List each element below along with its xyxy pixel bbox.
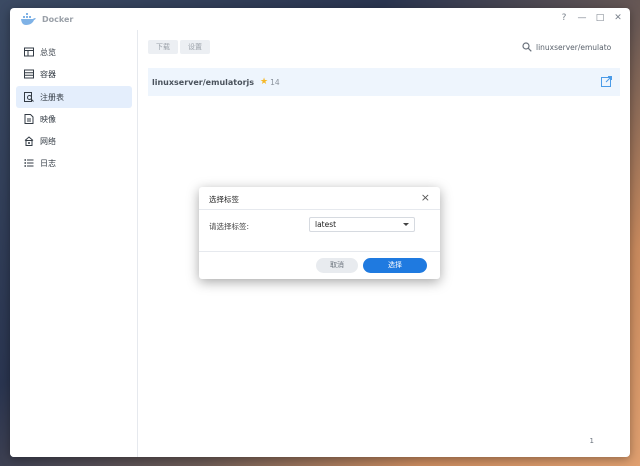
registry-icon xyxy=(24,92,34,102)
list-item[interactable]: linuxserver/emulatorjs ★ 14 xyxy=(148,68,620,96)
help-icon[interactable]: ? xyxy=(558,12,570,24)
docker-whale-icon xyxy=(21,13,36,25)
title-bar: Docker ? — □ ✕ xyxy=(10,8,630,30)
tag-select-value: latest xyxy=(315,220,337,229)
network-icon xyxy=(24,136,34,146)
sidebar-item-label: 总览 xyxy=(40,47,56,57)
dialog-close-icon[interactable]: × xyxy=(421,191,430,204)
search-icon xyxy=(522,42,532,52)
sidebar-item-label: 注册表 xyxy=(40,92,64,102)
external-link-icon[interactable] xyxy=(601,76,612,87)
sidebar-item-image[interactable]: 映像 xyxy=(16,108,132,130)
dialog-title: 选择标签 xyxy=(209,195,239,204)
download-button[interactable]: 下载 xyxy=(148,40,178,54)
image-icon xyxy=(24,114,34,124)
sidebar-item-overview[interactable]: 总览 xyxy=(16,41,132,63)
sidebar-item-registry[interactable]: 注册表 xyxy=(16,86,132,108)
divider xyxy=(199,251,440,252)
sidebar-item-label: 容器 xyxy=(40,69,56,79)
star-icon: ★ xyxy=(260,77,269,87)
tag-select[interactable]: latest xyxy=(309,217,415,232)
window-title: Docker xyxy=(42,14,74,24)
sidebar: 总览 容器 注册表 映像 网络 日志 xyxy=(10,30,138,457)
select-tag-dialog: 选择标签 × 请选择标签: latest 取消 选择 xyxy=(199,187,440,279)
select-button[interactable]: 选择 xyxy=(363,258,427,273)
sidebar-item-label: 映像 xyxy=(40,114,56,124)
settings-button[interactable]: 设置 xyxy=(180,40,210,54)
search-input[interactable]: linuxserver/emulato xyxy=(516,38,624,56)
search-value: linuxserver/emulato xyxy=(536,42,612,52)
close-icon[interactable]: ✕ xyxy=(612,12,624,24)
chevron-down-icon xyxy=(403,223,409,226)
sidebar-item-label: 日志 xyxy=(40,158,56,168)
divider xyxy=(199,209,440,210)
page-number: 1 xyxy=(589,437,594,445)
sidebar-item-container[interactable]: 容器 xyxy=(16,63,132,85)
maximize-icon[interactable]: □ xyxy=(594,12,606,24)
tag-field-label: 请选择标签: xyxy=(209,222,250,231)
sidebar-item-label: 网络 xyxy=(40,136,56,146)
sidebar-item-log[interactable]: 日志 xyxy=(16,152,132,174)
star-count: 14 xyxy=(270,77,280,87)
overview-icon xyxy=(24,47,34,57)
log-icon xyxy=(24,158,34,168)
repo-name: linuxserver/emulatorjs xyxy=(152,77,255,87)
cancel-button[interactable]: 取消 xyxy=(316,258,358,273)
sidebar-item-network[interactable]: 网络 xyxy=(16,130,132,152)
container-icon xyxy=(24,69,34,79)
minimize-icon[interactable]: — xyxy=(576,12,588,24)
